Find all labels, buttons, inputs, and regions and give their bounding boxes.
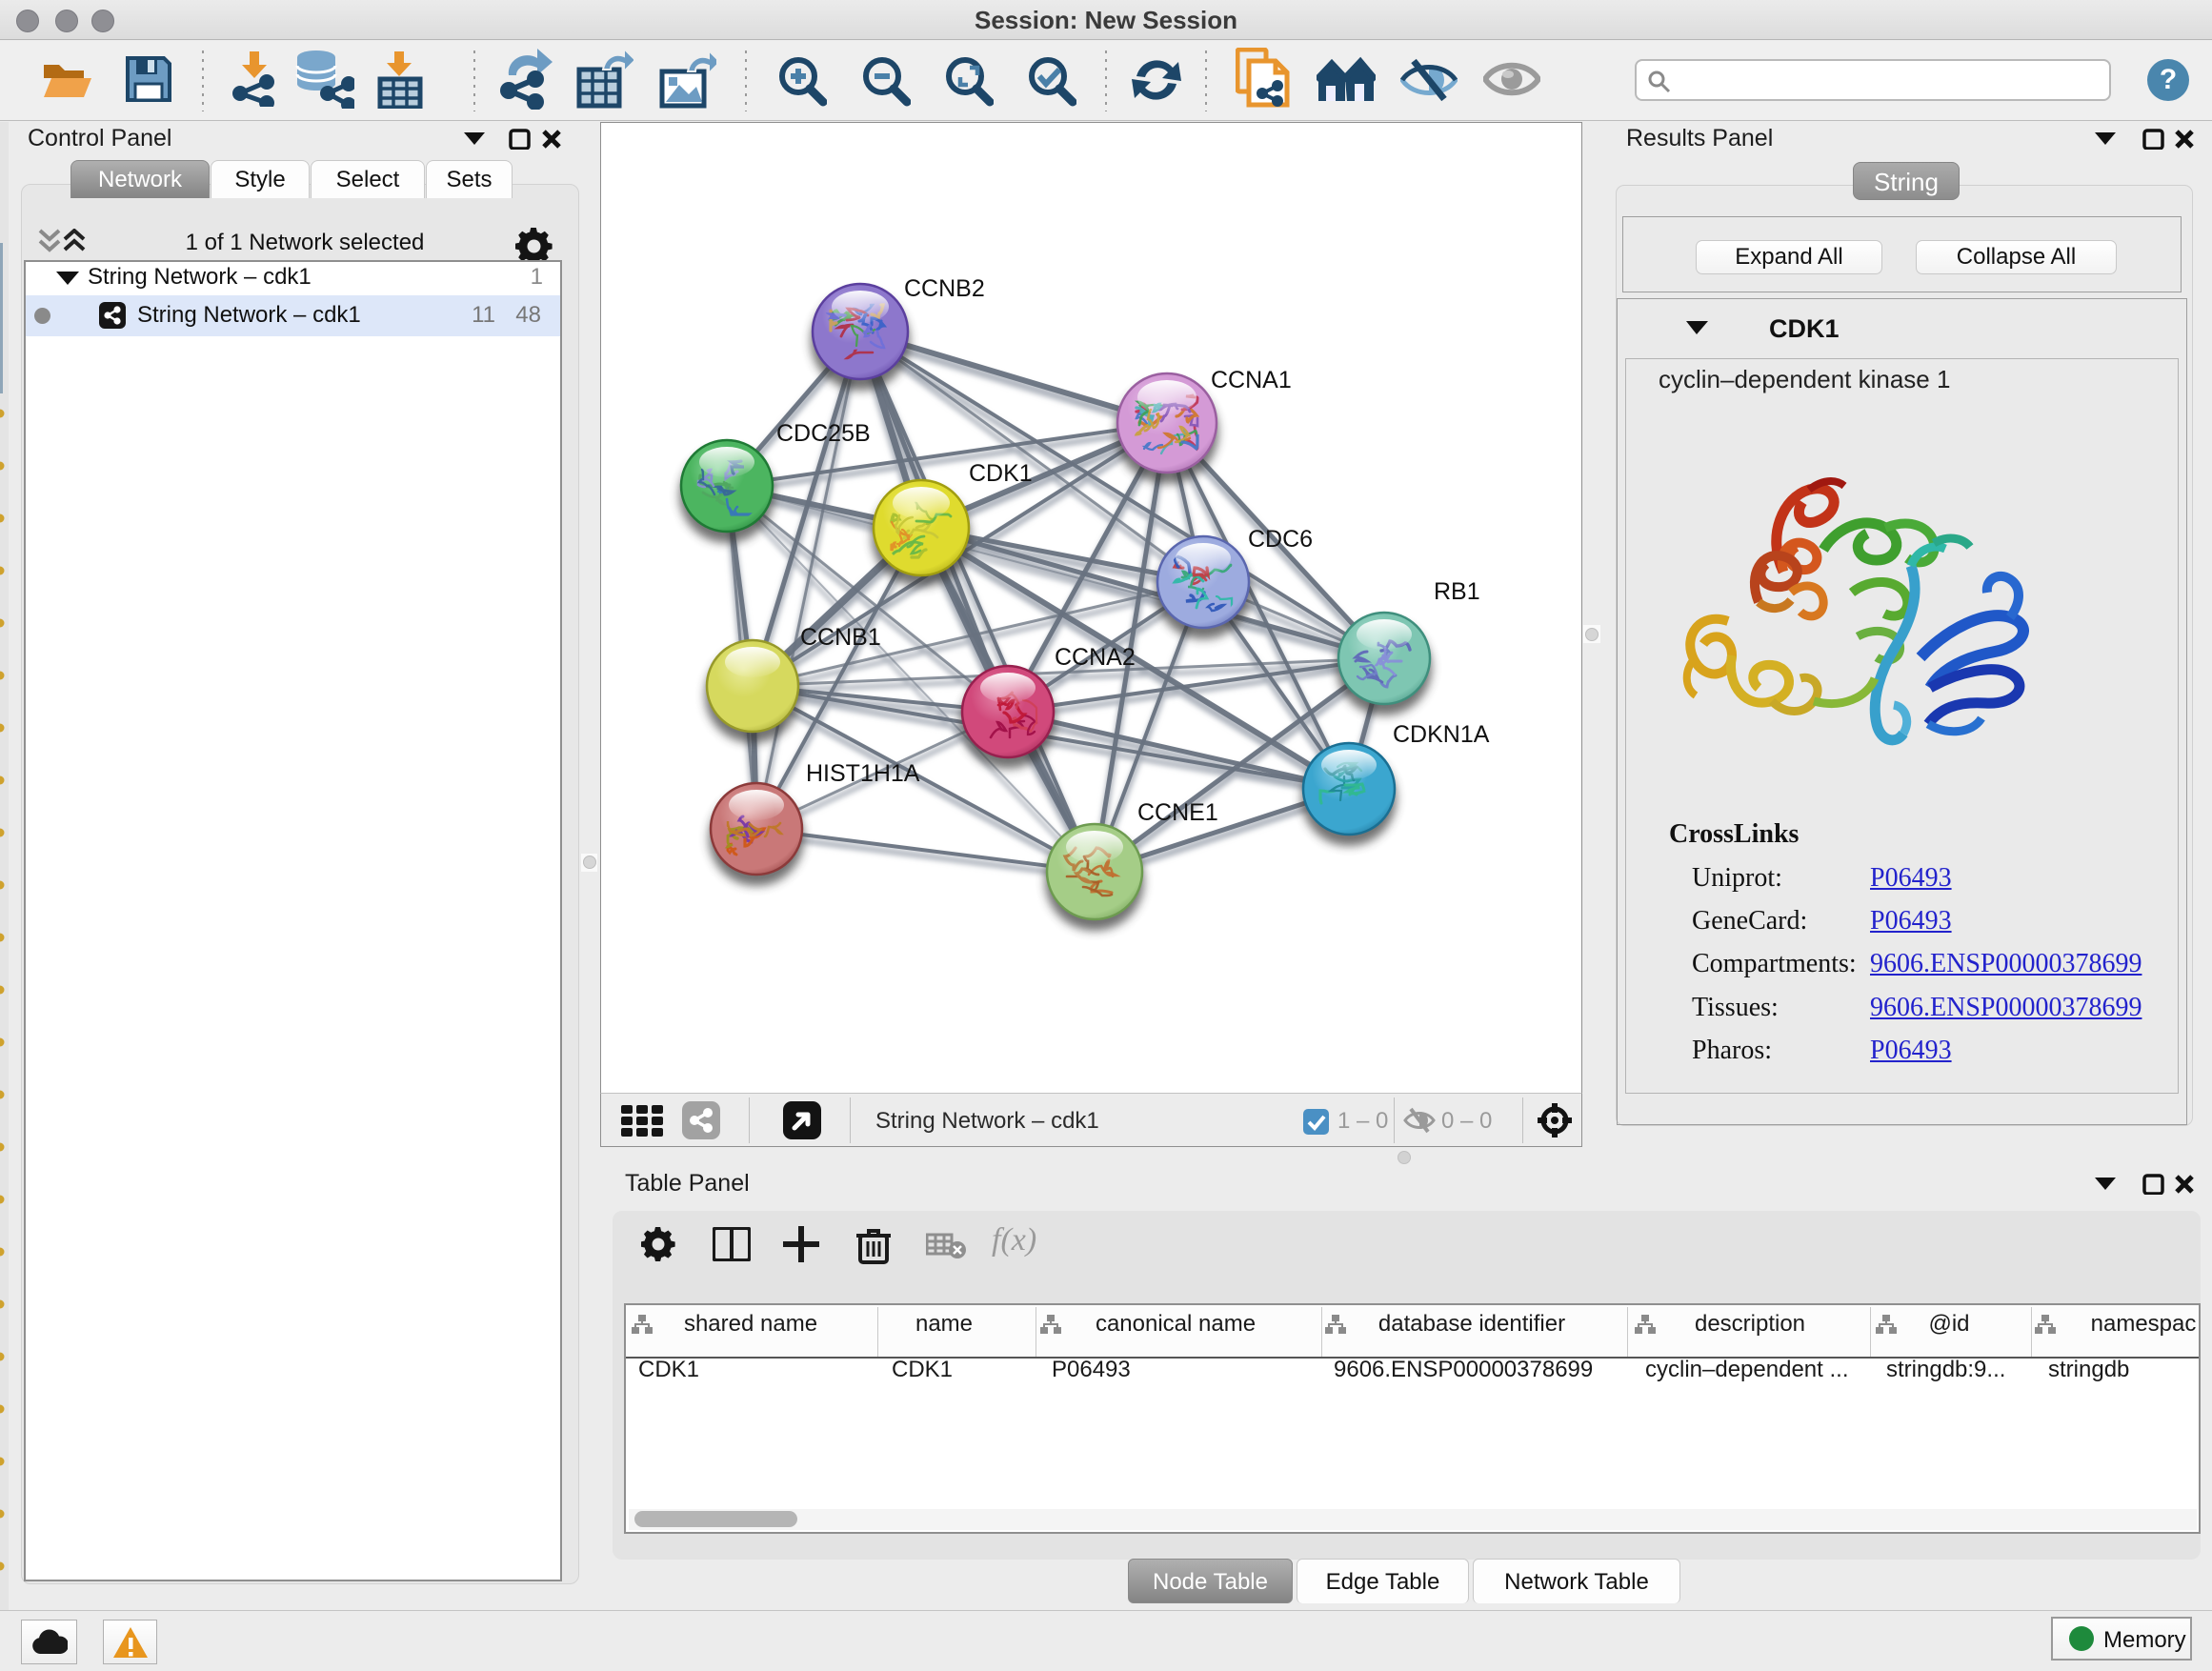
svg-text:CCNA1: CCNA1 [1211, 367, 1292, 393]
svg-text:CCNE1: CCNE1 [1137, 799, 1218, 826]
svg-text:CDC25B: CDC25B [776, 420, 871, 447]
svg-text:CDKN1A: CDKN1A [1393, 721, 1490, 748]
svg-text:CDC6: CDC6 [1248, 526, 1313, 553]
svg-text:CCNB1: CCNB1 [800, 624, 881, 651]
svg-text:HIST1H1A: HIST1H1A [806, 760, 920, 787]
svg-text:CCNA2: CCNA2 [1055, 644, 1136, 671]
svg-text:CCNB2: CCNB2 [904, 275, 985, 302]
svg-text:RB1: RB1 [1434, 578, 1480, 605]
svg-text:CDK1: CDK1 [969, 460, 1033, 487]
